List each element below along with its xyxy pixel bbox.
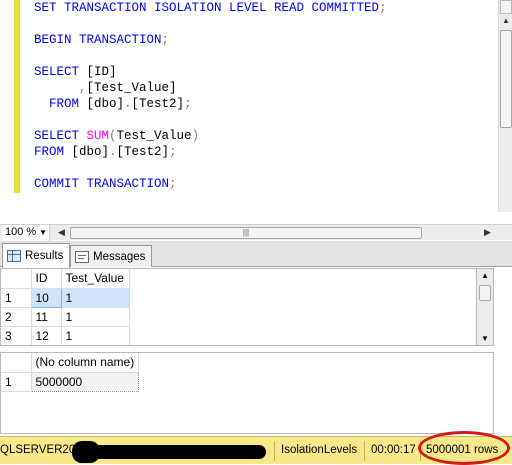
table-row[interactable]: 1 5000000 [1, 371, 140, 392]
results-grid-2[interactable]: (No column name) 1 5000000 [0, 352, 494, 434]
redaction-mark [80, 445, 266, 459]
code-token: , [34, 81, 87, 95]
code-token: COMMIT TRANSACTION [34, 177, 170, 191]
code-token: ( [109, 129, 117, 143]
scroll-right-icon[interactable]: ▶ [484, 227, 491, 238]
scroll-left-icon[interactable]: ◀ [58, 227, 65, 238]
code-line[interactable]: FROM [dbo].[Test2]; [34, 96, 496, 112]
code-line[interactable]: COMMIT TRANSACTION; [34, 176, 496, 192]
editor-horizontal-scrollbar[interactable]: 100 % ▼ ◀ ||| ▶ [0, 224, 512, 241]
column-header-test-value[interactable]: Test_Value [61, 269, 130, 289]
code-token: SET TRANSACTION ISOLATION LEVEL READ COM… [34, 1, 380, 15]
code-line[interactable]: SELECT [ID] [34, 64, 496, 80]
status-divider [274, 441, 275, 461]
scroll-up-icon[interactable]: ▲ [500, 14, 512, 28]
code-token: SUM [86, 129, 110, 143]
code-token: ; [379, 1, 387, 15]
cell-test-value[interactable]: 1 [61, 307, 130, 327]
zoom-value: 100 % [5, 226, 37, 238]
code-token: [Test2] [131, 97, 185, 111]
tab-results-label: Results [25, 250, 64, 262]
changed-lines-marker [14, 0, 20, 193]
code-token: SELECT [34, 129, 87, 143]
code-token: BEGIN TRANSACTION [34, 33, 162, 47]
cell-id[interactable]: 12 [31, 326, 62, 345]
grid-header-row: (No column name) [1, 353, 140, 373]
status-divider [364, 441, 365, 461]
row-number[interactable]: 1 [1, 288, 32, 308]
code-token: . [109, 145, 117, 159]
grid1-vertical-scrollbar[interactable]: ▲ ▼ [476, 268, 494, 346]
code-token: FROM [34, 97, 87, 111]
row-number[interactable]: 2 [1, 307, 32, 327]
code-line[interactable]: FROM [dbo].[Test2]; [34, 144, 496, 160]
code-token: ) [191, 129, 200, 143]
tab-messages[interactable]: Messages [70, 245, 153, 267]
cell-id[interactable]: 11 [31, 307, 62, 327]
column-header-no-column-name[interactable]: (No column name) [31, 353, 140, 373]
highlight-annotation [418, 431, 510, 465]
cell-id[interactable]: 10 [30, 287, 62, 308]
grid-header-row: ID Test_Value [1, 269, 130, 289]
code-token: ; [184, 97, 192, 111]
row-number[interactable]: 1 [1, 372, 32, 392]
code-line[interactable]: SELECT SUM(Test_Value) [34, 128, 496, 144]
cell-test-value[interactable]: 1 [61, 288, 130, 308]
code-token: Test_Value [116, 129, 192, 143]
results-grid-1[interactable]: ID Test_Value 1 10 1 2 11 1 3 12 1 [0, 268, 494, 346]
code-token: ; [169, 145, 177, 159]
cell-sum-value[interactable]: 5000000 [30, 371, 140, 392]
row-number[interactable]: 3 [1, 326, 32, 345]
code-token: [Test2] [116, 145, 170, 159]
query-editor[interactable]: SET TRANSACTION ISOLATION LEVEL READ COM… [0, 0, 512, 224]
code-token: [ID] [86, 65, 117, 79]
split-handle[interactable] [500, 0, 512, 14]
scroll-down-icon[interactable]: ▼ [481, 334, 489, 343]
code-line[interactable] [34, 160, 496, 176]
row-header-corner [1, 353, 32, 373]
scroll-thumb[interactable] [500, 30, 512, 128]
messages-icon [75, 250, 89, 263]
code-token: [dbo] [86, 97, 125, 111]
code-line[interactable] [34, 16, 496, 32]
table-row[interactable]: 2 11 1 [1, 307, 130, 327]
elapsed-time: 00:00:17 [371, 444, 416, 456]
sql-code[interactable]: SET TRANSACTION ISOLATION LEVEL READ COM… [34, 0, 496, 192]
database-name: IsolationLevels [281, 444, 358, 456]
table-row[interactable]: 1 10 1 [1, 287, 130, 308]
code-line[interactable] [34, 48, 496, 64]
code-line[interactable] [34, 112, 496, 128]
cell-test-value[interactable]: 1 [61, 326, 130, 345]
grid-icon [7, 250, 21, 262]
scroll-up-icon[interactable]: ▲ [481, 271, 489, 280]
column-header-id[interactable]: ID [31, 269, 62, 289]
zoom-select[interactable]: 100 % ▼ [2, 225, 50, 241]
tab-messages-label: Messages [93, 250, 146, 263]
scroll-thumb[interactable] [479, 285, 491, 301]
table-row[interactable]: 3 12 1 [1, 326, 130, 345]
row-header-corner [1, 269, 32, 289]
code-token: ; [161, 33, 170, 47]
code-token: . [124, 97, 132, 111]
code-token: [dbo] [71, 145, 110, 159]
code-line[interactable]: ,[Test_Value] [34, 80, 496, 96]
chevron-down-icon: ▼ [39, 228, 47, 237]
tab-results[interactable]: Results [2, 243, 71, 268]
code-token: [Test_Value] [86, 81, 177, 95]
results-pane-gutter [494, 268, 512, 436]
code-token: FROM [34, 145, 72, 159]
code-line[interactable]: BEGIN TRANSACTION; [34, 32, 496, 48]
horizontal-scroll-thumb[interactable]: ||| [70, 227, 422, 239]
code-line[interactable]: SET TRANSACTION ISOLATION LEVEL READ COM… [34, 0, 496, 16]
results-tab-strip: Results Messages [0, 241, 512, 268]
code-token: SELECT [34, 65, 87, 79]
code-token: ; [169, 177, 177, 191]
editor-vertical-scrollbar[interactable]: ▲ [498, 0, 512, 212]
